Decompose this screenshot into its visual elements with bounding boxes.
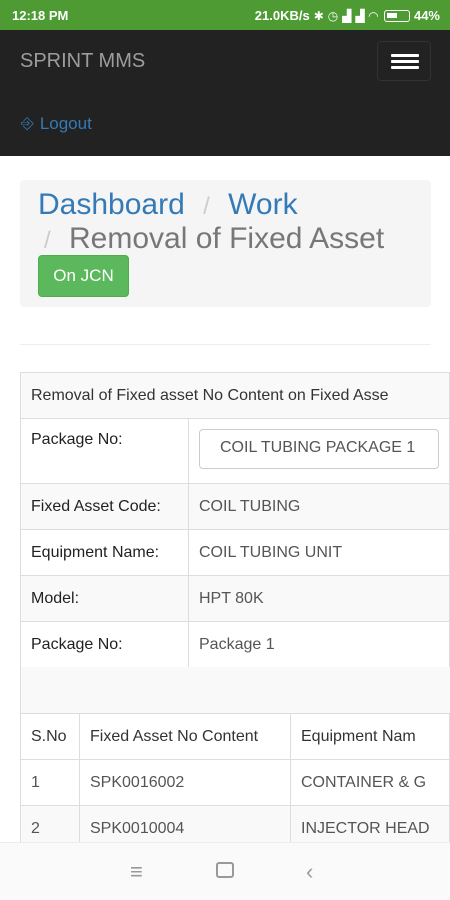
column-header-asset-no: Fixed Asset No Content bbox=[79, 713, 291, 760]
table-spacer bbox=[20, 667, 450, 713]
battery-icon bbox=[383, 9, 410, 22]
signal-icon-2: ▟ bbox=[355, 8, 365, 23]
details-heading: Removal of Fixed asset No Content on Fix… bbox=[20, 372, 450, 419]
breadcrumb-dashboard-link[interactable]: Dashboard bbox=[38, 188, 185, 221]
model-value: HPT 80K bbox=[188, 575, 450, 622]
hamburger-menu-button[interactable] bbox=[377, 41, 431, 81]
asset-code-value: COIL TUBING bbox=[188, 483, 450, 530]
column-header-sno: S.No bbox=[20, 713, 80, 760]
hamburger-line-icon bbox=[391, 60, 419, 63]
equipment-name-value: COIL TUBING UNIT bbox=[188, 529, 450, 576]
breadcrumb-separator: / bbox=[44, 227, 51, 254]
hamburger-line-icon bbox=[391, 66, 419, 69]
on-jcn-button[interactable]: On JCN bbox=[38, 255, 129, 297]
back-icon[interactable]: ‹ bbox=[306, 859, 313, 885]
logout-link[interactable]: ⎆ Logout bbox=[21, 114, 92, 134]
cell-asset-no: SPK0016002 bbox=[79, 759, 291, 806]
wifi-icon: ◠ bbox=[368, 8, 378, 23]
breadcrumb-work-link[interactable]: Work bbox=[228, 188, 297, 221]
breadcrumb-separator: / bbox=[203, 193, 210, 220]
status-time: 12:18 PM bbox=[12, 8, 69, 23]
column-header-equipment: Equipment Nam bbox=[290, 713, 450, 760]
package-select-cell: COIL TUBING PACKAGE 1 bbox=[188, 418, 450, 484]
fixed-asset-items-table: S.No Fixed Asset No Content Equipment Na… bbox=[20, 713, 450, 852]
package-label: Package No: bbox=[20, 418, 189, 484]
recent-apps-icon[interactable]: ≡ bbox=[130, 859, 143, 885]
navbar: SPRINT MMS ⎆ Logout bbox=[0, 30, 450, 156]
breadcrumb-current: Removal of Fixed Asset bbox=[69, 222, 385, 255]
status-icons: 21.0KB/s ✱ ◷ ▟ ▟ ◠ 44% bbox=[255, 8, 440, 23]
cell-equipment: CONTAINER & G bbox=[290, 759, 450, 806]
alarm-icon: ◷ bbox=[327, 8, 339, 23]
asset-details-table: Removal of Fixed asset No Content on Fix… bbox=[20, 372, 450, 668]
table-row[interactable]: 1 SPK0016002 CONTAINER & G bbox=[20, 759, 450, 806]
package-no-label: Package No: bbox=[20, 621, 189, 668]
bluetooth-icon: ✱ bbox=[313, 8, 324, 23]
table-header-row: S.No Fixed Asset No Content Equipment Na… bbox=[20, 713, 450, 760]
status-bar: 12:18 PM 21.0KB/s ✱ ◷ ▟ ▟ ◠ 44% bbox=[0, 0, 450, 30]
package-no-value: Package 1 bbox=[188, 621, 450, 668]
network-speed: 21.0KB/s bbox=[254, 8, 310, 23]
divider bbox=[20, 344, 431, 345]
sign-out-icon: ⎆ bbox=[21, 115, 34, 132]
battery-percent: 44% bbox=[413, 8, 440, 23]
signal-icon: ▟ bbox=[342, 8, 352, 23]
equipment-name-label: Equipment Name: bbox=[20, 529, 189, 576]
logout-label: Logout bbox=[39, 114, 92, 133]
home-icon[interactable] bbox=[216, 862, 234, 878]
hamburger-line-icon bbox=[391, 54, 419, 57]
package-select[interactable]: COIL TUBING PACKAGE 1 bbox=[199, 428, 439, 469]
system-nav-bar: ≡ ‹ bbox=[0, 842, 450, 900]
asset-code-label: Fixed Asset Code: bbox=[20, 483, 189, 530]
brand-title[interactable]: SPRINT MMS bbox=[20, 50, 145, 73]
model-label: Model: bbox=[20, 575, 189, 622]
cell-sno: 1 bbox=[20, 759, 80, 806]
breadcrumb: Dashboard / Work / Removal of Fixed Asse… bbox=[20, 180, 431, 307]
